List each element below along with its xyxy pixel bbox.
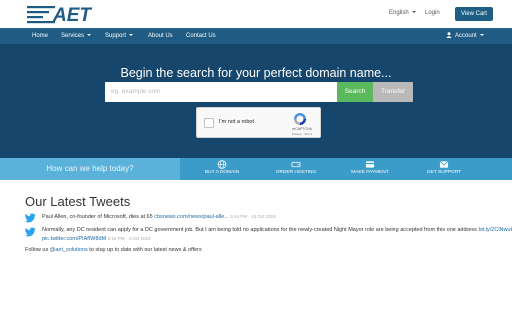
nav-home[interactable]: Home xyxy=(32,29,48,45)
recaptcha-widget: I'm not a robot reCAPTCHA Privacy - Term… xyxy=(196,107,321,138)
top-bar: AET English Login View Cart xyxy=(0,0,512,28)
follow-prefix: Follow us xyxy=(25,247,49,253)
user-icon xyxy=(446,32,452,39)
follow-line: Follow us @aet_solutions to stay up to d… xyxy=(25,247,202,253)
nav-contact[interactable]: Contact Us xyxy=(186,29,216,45)
nav-services-label: Services xyxy=(61,33,85,39)
main-nav: Home Services Support About Us Contact U… xyxy=(0,28,512,44)
tweet-date: 5:44 PM - 15 Oct 2018 xyxy=(230,214,276,219)
language-selector[interactable]: English xyxy=(389,10,416,16)
nav-account-label: Account xyxy=(455,33,477,39)
view-cart-button[interactable]: View Cart xyxy=(455,7,493,21)
help-strip: How can we help today? BUY A DOMAIN ORDE… xyxy=(0,158,512,180)
login-link[interactable]: Login xyxy=(425,10,440,16)
twitter-icon xyxy=(25,227,36,237)
twitter-handle-link[interactable]: @aet_solutions xyxy=(50,247,88,253)
hero-title: Begin the search for your perfect domain… xyxy=(120,66,392,80)
aet-logo[interactable]: AET xyxy=(27,4,105,24)
follow-suffix: to stay up to date with our latest news … xyxy=(89,247,202,253)
globe-icon xyxy=(217,160,227,169)
tweet-date: 5:16 PM - 4 Oct 2018 xyxy=(107,235,151,241)
buy-domain-label: BUY A DOMAIN xyxy=(204,170,240,175)
nav-about[interactable]: About Us xyxy=(148,29,173,45)
tweet-text: Paul Allen, co-founder of Microsoft, die… xyxy=(42,214,153,220)
make-payment-label: MAKE PAYMENT xyxy=(351,170,389,175)
order-hosting-link[interactable]: ORDER HOSTING xyxy=(258,158,334,180)
recaptcha-checkbox[interactable] xyxy=(204,118,214,128)
get-support-label: GET SUPPORT xyxy=(426,170,462,175)
nav-services[interactable]: Services xyxy=(61,29,92,45)
language-label: English xyxy=(389,10,409,16)
tweet-text: Normally, any DC resident can apply for … xyxy=(42,227,477,233)
envelope-icon xyxy=(439,161,449,168)
nav-account[interactable]: Account xyxy=(446,29,484,45)
twitter-icon xyxy=(25,213,36,223)
domain-search-input[interactable]: eg. example.com xyxy=(105,82,337,102)
tweets-title: Our Latest Tweets xyxy=(25,194,131,209)
get-support-link[interactable]: GET SUPPORT xyxy=(406,158,482,180)
server-icon xyxy=(291,161,301,168)
chevron-down-icon xyxy=(87,34,92,37)
order-hosting-label: ORDER HOSTING xyxy=(275,170,317,175)
nav-support-label: Support xyxy=(105,33,127,39)
recaptcha-icon xyxy=(294,113,306,125)
logo-text: AET xyxy=(52,5,92,24)
nav-support[interactable]: Support xyxy=(105,29,134,45)
make-payment-link[interactable]: MAKE PAYMENT xyxy=(332,158,408,180)
chevron-down-icon xyxy=(129,34,134,37)
chevron-down-icon xyxy=(411,11,416,14)
tweet-link[interactable]: cbsnews.com/news/paul-alle... xyxy=(154,214,229,220)
help-label: How can we help today? xyxy=(0,158,180,180)
search-button[interactable]: Search xyxy=(337,82,373,102)
domain-search-hero: Begin the search for your perfect domain… xyxy=(0,44,512,158)
chevron-down-icon xyxy=(479,34,484,37)
credit-card-icon xyxy=(365,161,375,168)
recaptcha-links[interactable]: Privacy - Terms xyxy=(285,132,319,136)
recaptcha-brand: reCAPTCHA xyxy=(292,127,312,131)
recaptcha-label: I'm not a robot xyxy=(219,119,254,125)
transfer-button[interactable]: Transfer xyxy=(373,82,413,102)
buy-domain-link[interactable]: BUY A DOMAIN xyxy=(184,158,260,180)
